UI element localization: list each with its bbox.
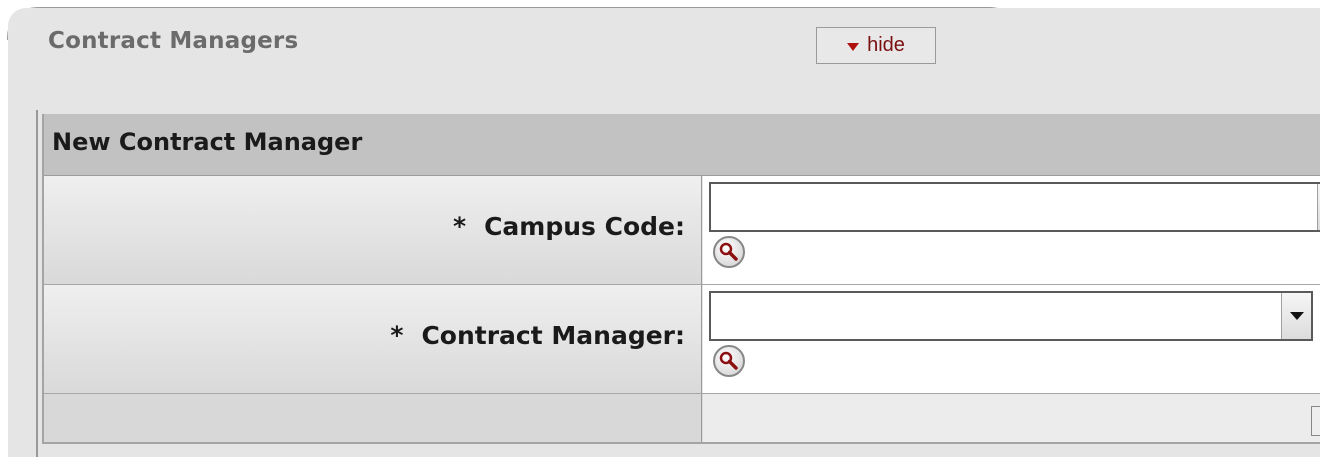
campus-code-label: * Campus Code: <box>453 212 685 241</box>
contract-manager-label: * Contract Manager: <box>390 321 685 350</box>
required-marker: * <box>453 212 467 241</box>
campus-code-select[interactable] <box>709 182 1320 232</box>
magnifier-lookup-icon[interactable] <box>713 236 745 268</box>
chevron-down-icon[interactable] <box>1281 293 1311 339</box>
field-row-contract-manager: * Contract Manager: <box>44 285 1320 394</box>
panel-title: Contract Managers <box>48 28 299 54</box>
contract-manager-label-text: Contract Manager: <box>421 321 685 350</box>
magnifier-lookup-icon[interactable] <box>713 345 745 377</box>
footer-value-cell <box>703 394 1320 442</box>
field-label-cell: * Campus Code: <box>44 176 702 284</box>
panel-left-border <box>36 110 38 457</box>
section-header: New Contract Manager <box>44 114 1320 176</box>
campus-code-label-text: Campus Code: <box>484 212 685 241</box>
contract-manager-select[interactable] <box>709 291 1313 341</box>
field-value-cell <box>703 176 1320 284</box>
triangle-down-icon <box>847 42 860 51</box>
field-row-campus-code: * Campus Code: <box>44 176 1320 285</box>
hide-button[interactable]: hide <box>816 27 936 64</box>
field-value-cell <box>703 285 1320 393</box>
add-button[interactable] <box>1311 406 1320 436</box>
footer-label-cell <box>44 394 702 442</box>
hide-label: hide <box>867 34 905 56</box>
required-marker: * <box>390 321 404 350</box>
table-footer-row <box>44 394 1320 442</box>
field-label-cell: * Contract Manager: <box>44 285 702 393</box>
new-contract-manager-table: New Contract Manager * Campus Code: * Cont… <box>42 114 1320 444</box>
